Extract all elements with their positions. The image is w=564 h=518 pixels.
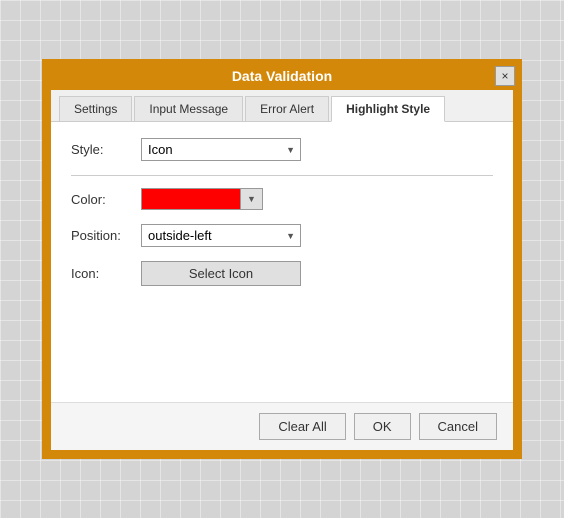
style-select-wrapper: Icon Cell Row: [141, 138, 301, 161]
color-swatch[interactable]: [141, 188, 241, 210]
dialog-title: Data Validation: [232, 68, 332, 84]
dialog-body: Settings Input Message Error Alert Highl…: [51, 90, 513, 450]
tab-error-alert[interactable]: Error Alert: [245, 96, 329, 121]
clear-all-button[interactable]: Clear All: [259, 413, 345, 440]
close-button[interactable]: ×: [495, 66, 515, 86]
dialog-footer: Clear All OK Cancel: [51, 402, 513, 450]
divider: [71, 175, 493, 176]
color-dropdown-button[interactable]: ▼: [241, 188, 263, 210]
style-row: Style: Icon Cell Row: [71, 138, 493, 161]
ok-button[interactable]: OK: [354, 413, 411, 440]
close-icon: ×: [501, 69, 508, 83]
color-row: Color: ▼: [71, 188, 493, 210]
tab-highlight-style[interactable]: Highlight Style: [331, 96, 445, 122]
title-bar: Data Validation ×: [45, 62, 519, 90]
icon-row: Icon: Select Icon: [71, 261, 493, 286]
tab-settings[interactable]: Settings: [59, 96, 132, 121]
style-label: Style:: [71, 142, 141, 157]
color-label: Color:: [71, 192, 141, 207]
position-row: Position: outside-left inside-left outsi…: [71, 224, 493, 247]
tab-content: Style: Icon Cell Row Color: ▼: [51, 122, 513, 402]
color-picker-control: ▼: [141, 188, 263, 210]
dialog-wrapper: Data Validation × Settings Input Message…: [42, 59, 522, 459]
position-label: Position:: [71, 228, 141, 243]
select-icon-button[interactable]: Select Icon: [141, 261, 301, 286]
cancel-button[interactable]: Cancel: [419, 413, 497, 440]
position-select[interactable]: outside-left inside-left outside-right i…: [141, 224, 301, 247]
icon-label: Icon:: [71, 266, 141, 281]
tab-input-message[interactable]: Input Message: [134, 96, 243, 121]
style-select[interactable]: Icon Cell Row: [141, 138, 301, 161]
tab-bar: Settings Input Message Error Alert Highl…: [51, 90, 513, 122]
chevron-down-icon: ▼: [247, 194, 256, 204]
position-select-wrapper: outside-left inside-left outside-right i…: [141, 224, 301, 247]
